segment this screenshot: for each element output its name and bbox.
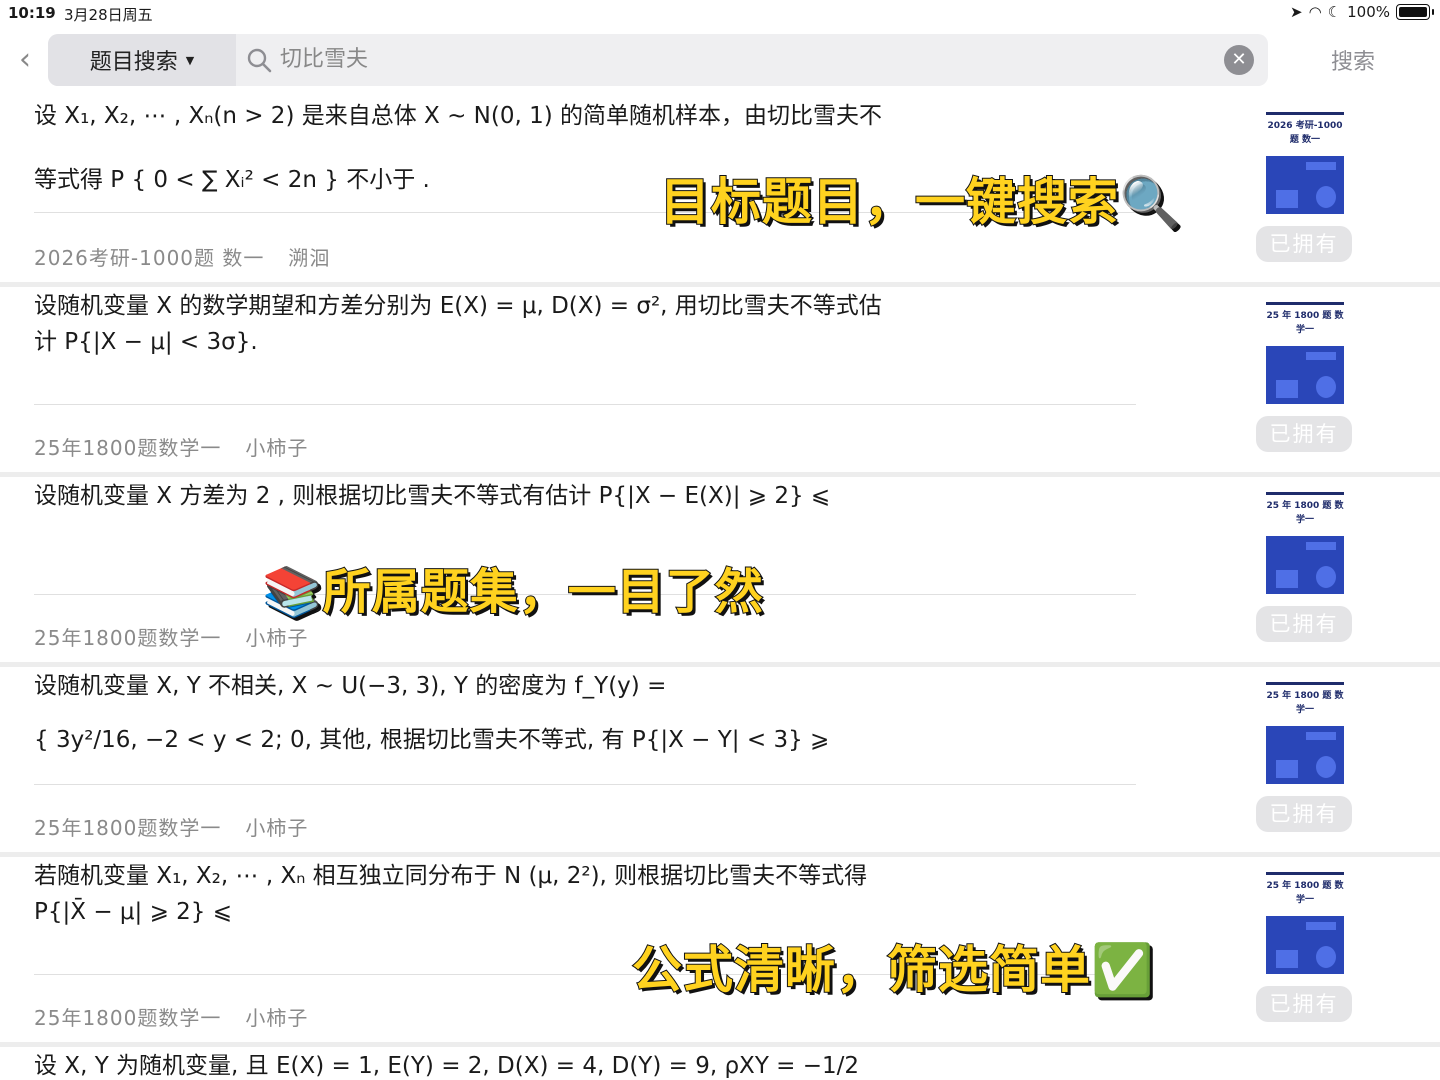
search-header: ‹ 题目搜索 ▼ 切比雪夫 ✕ 搜索	[0, 34, 1440, 88]
source-label: 25年1800题数学一	[34, 436, 222, 460]
battery-icon	[1396, 4, 1434, 20]
question-line: 设 X₁, X₂, ⋯ , Xₙ(n > 2) 是来自总体 X ∼ N(0, 1…	[34, 103, 883, 129]
status-time: 10:19	[8, 4, 56, 22]
overlay-caption: 目标题目，一键搜索🔍	[659, 172, 1183, 232]
author-label: 小柿子	[245, 1006, 309, 1030]
author-label: 小柿子	[245, 816, 309, 840]
question-text: 设 X, Y 为随机变量, 且 E(X) = 1, E(Y) = 2, D(X)…	[34, 1048, 1134, 1080]
owned-badge[interactable]: 已拥有	[1256, 796, 1352, 832]
clear-search-button[interactable]: ✕	[1224, 45, 1254, 75]
result-separator	[0, 1042, 1440, 1047]
result-item[interactable]: 设随机变量 X, Y 不相关, X ∼ U(−3, 3), Y 的密度为 f_Y…	[0, 662, 1440, 852]
owned-badge[interactable]: 已拥有	[1256, 606, 1352, 642]
search-bar: 题目搜索 ▼ 切比雪夫 ✕	[48, 34, 1268, 86]
divider	[34, 404, 1136, 405]
book-cover-art	[1266, 536, 1344, 594]
question-text: 若随机变量 X₁, X₂, ⋯ , Xₙ 相互独立同分布于 N (μ, 2²),…	[34, 858, 1134, 930]
divider	[34, 784, 1136, 785]
result-separator	[0, 472, 1440, 477]
location-icon: ➤	[1289, 3, 1303, 21]
book-cover-title: 25 年 1800 题 数学一	[1266, 302, 1344, 346]
question-text: 设随机变量 X 的数学期望和方差分别为 E(X) = μ, D(X) = σ²,…	[34, 288, 1134, 360]
author-label: 小柿子	[245, 626, 309, 650]
back-button[interactable]: ‹	[10, 44, 40, 78]
result-meta: 25年1800题数学一 小柿子	[34, 622, 308, 651]
result-item[interactable]: 设随机变量 X 的数学期望和方差分别为 E(X) = μ, D(X) = σ²,…	[0, 282, 1440, 472]
caret-down-icon: ▼	[185, 53, 195, 67]
source-label: 25年1800题数学一	[34, 1006, 222, 1030]
question-line: { 3y²/16, −2 < y < 2; 0, 其他, 根据切比雪夫不等式, …	[34, 727, 830, 753]
search-input[interactable]: 切比雪夫	[280, 34, 1180, 86]
question-line: P{|X̄ − μ| ⩾ 2} ⩽	[34, 899, 233, 925]
question-line: 设随机变量 X 的数学期望和方差分别为 E(X) = μ, D(X) = σ²,…	[34, 293, 882, 319]
source-label: 25年1800题数学一	[34, 626, 222, 650]
question-line: 设 X, Y 为随机变量, 且 E(X) = 1, E(Y) = 2, D(X)…	[34, 1053, 860, 1079]
book-cover[interactable]: 25 年 1800 题 数学一	[1258, 302, 1352, 406]
overlay-caption: 📚所属题集，一目了然	[261, 563, 764, 621]
status-date: 3月28日周五	[64, 6, 153, 24]
author-label: 小柿子	[245, 436, 309, 460]
result-separator	[0, 662, 1440, 667]
result-separator	[0, 852, 1440, 857]
status-bar: 10:19 3月28日周五 ➤ ◠ ☾ 100%	[0, 0, 1440, 28]
book-cover-title: 25 年 1800 题 数学一	[1266, 682, 1344, 726]
search-button[interactable]: 搜索	[1310, 44, 1396, 76]
result-separator	[0, 282, 1440, 287]
result-meta: 25年1800题数学一 小柿子	[34, 812, 308, 841]
owned-badge[interactable]: 已拥有	[1256, 416, 1352, 452]
question-line: 设随机变量 X, Y 不相关, X ∼ U(−3, 3), Y 的密度为 f_Y…	[34, 673, 667, 699]
chevron-left-icon: ‹	[19, 42, 31, 77]
search-scope-dropdown[interactable]: 题目搜索 ▼	[48, 34, 236, 86]
wifi-icon: ◠	[1308, 3, 1322, 21]
question-line: 若随机变量 X₁, X₂, ⋯ , Xₙ 相互独立同分布于 N (μ, 2²),…	[34, 863, 868, 889]
result-meta: 25年1800题数学一 小柿子	[34, 432, 308, 461]
book-cover[interactable]: 25 年 1800 题 数学一	[1258, 682, 1352, 786]
book-cover-title: 2026 考研-1000 题 数一	[1266, 112, 1344, 156]
owned-badge[interactable]: 已拥有	[1256, 986, 1352, 1022]
book-cover-art	[1266, 346, 1344, 404]
result-meta: 25年1800题数学一 小柿子	[34, 1002, 308, 1031]
book-cover-art	[1266, 156, 1344, 214]
book-cover-title: 25 年 1800 题 数学一	[1266, 872, 1344, 916]
book-cover[interactable]: 25 年 1800 题 数学一	[1258, 872, 1352, 976]
owned-badge[interactable]: 已拥有	[1256, 226, 1352, 262]
book-cover[interactable]: 25 年 1800 题 数学一	[1258, 492, 1352, 596]
search-icon	[247, 48, 272, 73]
result-meta: 2026考研-1000题 数一 溯洄	[34, 242, 330, 271]
question-text: 设随机变量 X, Y 不相关, X ∼ U(−3, 3), Y 的密度为 f_Y…	[34, 668, 1134, 758]
author-label: 溯洄	[288, 246, 331, 270]
question-text: 设随机变量 X 方差为 2 , 则根据切比雪夫不等式有估计 P{|X − E(X…	[34, 478, 1134, 514]
book-cover-title: 25 年 1800 题 数学一	[1266, 492, 1344, 536]
book-cover-art	[1266, 726, 1344, 784]
book-cover-art	[1266, 916, 1344, 974]
status-icons: ➤ ◠ ☾ 100%	[1289, 3, 1434, 21]
question-line: 计 P{|X − μ| < 3σ}.	[34, 329, 258, 355]
overlay-caption: 公式清晰，筛选简单✅	[631, 940, 1155, 1000]
search-scope-label: 题目搜索	[89, 50, 178, 75]
battery-percent: 100%	[1347, 3, 1390, 21]
book-cover[interactable]: 2026 考研-1000 题 数一	[1258, 112, 1352, 216]
result-item[interactable]: 设 X, Y 为随机变量, 且 E(X) = 1, E(Y) = 2, D(X)…	[0, 1042, 1440, 1080]
question-line: 设随机变量 X 方差为 2 , 则根据切比雪夫不等式有估计 P{|X − E(X…	[34, 483, 831, 509]
moon-icon: ☾	[1327, 3, 1342, 21]
close-icon: ✕	[1231, 49, 1247, 70]
source-label: 25年1800题数学一	[34, 816, 222, 840]
source-label: 2026考研-1000题 数一	[34, 246, 265, 270]
